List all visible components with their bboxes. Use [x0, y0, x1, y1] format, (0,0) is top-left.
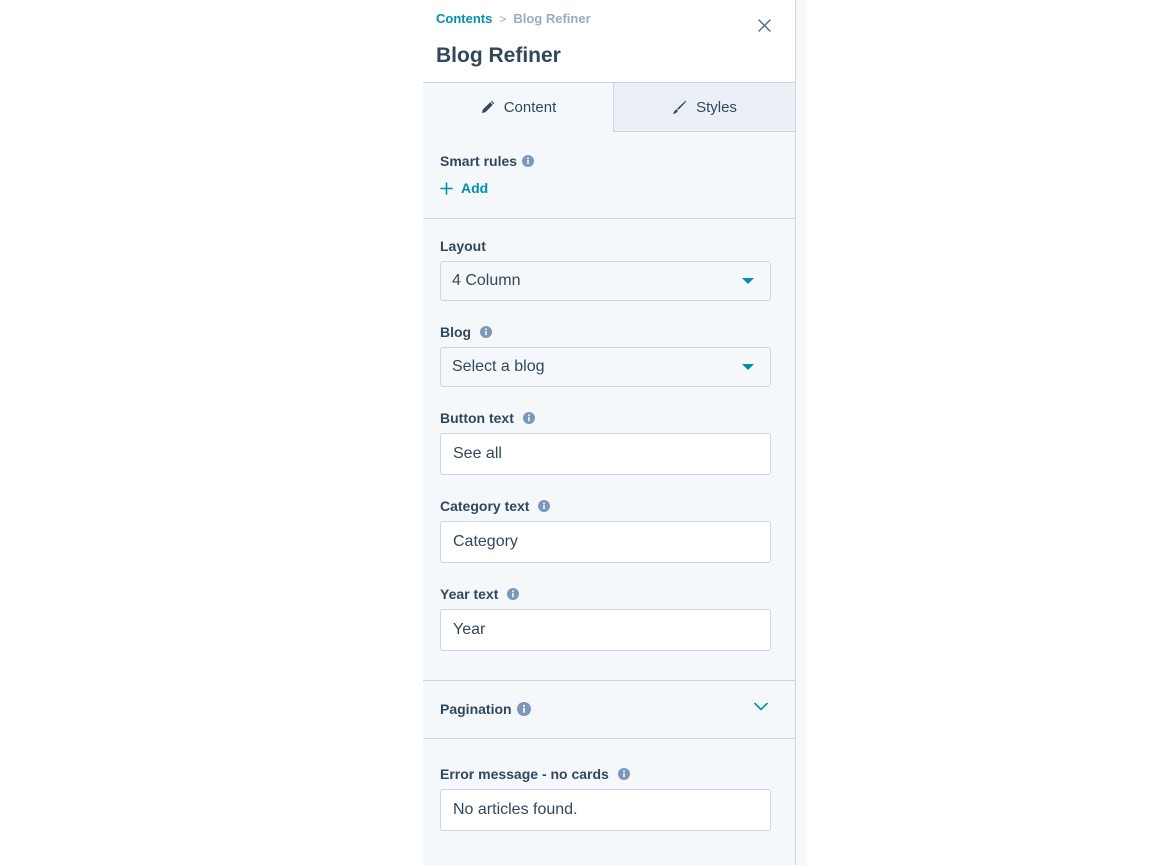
- tab-styles-label: Styles: [696, 98, 737, 116]
- panel-edge: [796, 0, 806, 865]
- close-button[interactable]: [754, 15, 774, 35]
- pencil-icon: [480, 100, 495, 115]
- category-text-input-value: Category: [453, 533, 518, 550]
- breadcrumb: Contents > Blog Refiner: [436, 11, 591, 26]
- button-text-label-text: Button text: [440, 410, 514, 426]
- info-icon[interactable]: [516, 702, 531, 716]
- blog-select[interactable]: Select a blog: [440, 347, 771, 387]
- info-icon[interactable]: [522, 412, 535, 424]
- smart-rules-section: Smart rules Add: [423, 132, 795, 219]
- layout-label-text: Layout: [440, 238, 486, 254]
- button-text-input[interactable]: See all: [440, 433, 771, 475]
- layout-select[interactable]: 4 Column: [440, 261, 771, 301]
- layout-select-value: 4 Column: [452, 272, 521, 289]
- smart-rules-label: Smart rules: [440, 153, 535, 169]
- pagination-label-text: Pagination: [440, 701, 512, 717]
- layout-label: Layout: [440, 238, 486, 254]
- add-label: Add: [461, 180, 489, 196]
- breadcrumb-separator: >: [499, 11, 507, 26]
- pagination-accordion[interactable]: Pagination: [423, 680, 795, 739]
- tab-styles[interactable]: Styles: [613, 83, 795, 132]
- info-icon[interactable]: [507, 588, 520, 600]
- year-text-label-text: Year text: [440, 586, 499, 602]
- pagination-label: Pagination: [440, 701, 531, 717]
- button-text-input-value: See all: [453, 445, 502, 462]
- page-title: Blog Refiner: [436, 44, 561, 67]
- info-icon[interactable]: [480, 326, 493, 338]
- category-text-input[interactable]: Category: [440, 521, 771, 563]
- brush-icon: [672, 100, 687, 115]
- caret-down-icon: [742, 364, 754, 370]
- error-message-label: Error message - no cards: [440, 766, 630, 782]
- breadcrumb-current: Blog Refiner: [513, 11, 591, 26]
- year-text-input-value: Year: [453, 621, 486, 638]
- plus-icon: [440, 181, 453, 195]
- sidebar-panel: Contents > Blog Refiner Blog Refiner Con…: [423, 0, 796, 865]
- error-message-input-value: No articles found.: [453, 801, 578, 818]
- button-text-label: Button text: [440, 410, 535, 426]
- error-message-input[interactable]: No articles found.: [440, 789, 771, 831]
- category-text-label: Category text: [440, 498, 551, 514]
- info-icon[interactable]: [617, 768, 630, 780]
- add-smart-rule-button[interactable]: Add: [440, 180, 488, 196]
- info-icon[interactable]: [522, 155, 535, 167]
- blog-label-text: Blog: [440, 324, 472, 340]
- tab-content-label: Content: [503, 99, 557, 116]
- blog-label: Blog: [440, 324, 493, 340]
- info-icon[interactable]: [538, 500, 551, 512]
- tab-content[interactable]: Content: [423, 83, 613, 132]
- error-message-label-text: Error message - no cards: [440, 766, 609, 782]
- close-icon: [757, 18, 771, 32]
- panel-header: Contents > Blog Refiner Blog Refiner: [423, 0, 795, 83]
- caret-down-icon: [742, 278, 754, 284]
- tab-bar: Content Styles: [423, 83, 795, 132]
- category-text-label-text: Category text: [440, 498, 530, 514]
- chevron-down-icon: [754, 702, 768, 711]
- breadcrumb-contents-link[interactable]: Contents: [436, 11, 492, 26]
- blog-select-value: Select a blog: [452, 358, 545, 375]
- year-text-label: Year text: [440, 586, 520, 602]
- smart-rules-label-text: Smart rules: [440, 153, 518, 169]
- year-text-input[interactable]: Year: [440, 609, 771, 651]
